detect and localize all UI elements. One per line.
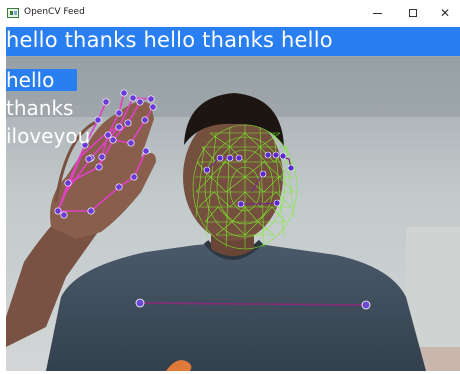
maximize-button[interactable]: [398, 3, 428, 23]
close-icon: ✕: [439, 6, 451, 20]
action-probability-row: iloveyou: [6, 125, 90, 147]
action-probability-row: hello: [6, 68, 77, 92]
title-bar[interactable]: OpenCV Feed ✕: [0, 0, 460, 27]
action-probability-row: thanks: [6, 97, 73, 119]
minimize-button[interactable]: [362, 3, 392, 23]
camera-feed: hello thanks hello thanks hello hello th…: [6, 27, 460, 371]
maximize-icon: [409, 9, 417, 17]
action-label: hello: [6, 68, 55, 92]
window-title: OpenCV Feed: [24, 7, 85, 17]
action-label: iloveyou: [6, 124, 91, 148]
sentence-text: hello thanks hello thanks hello: [6, 28, 333, 52]
sentence-bar: hello thanks hello thanks hello: [6, 27, 460, 56]
action-label: thanks: [6, 96, 74, 120]
opencv-window: OpenCV Feed ✕ hello thanks hello thanks …: [0, 0, 460, 374]
app-icon: [7, 8, 19, 18]
minimize-icon: [372, 12, 382, 14]
close-button[interactable]: ✕: [430, 3, 460, 23]
